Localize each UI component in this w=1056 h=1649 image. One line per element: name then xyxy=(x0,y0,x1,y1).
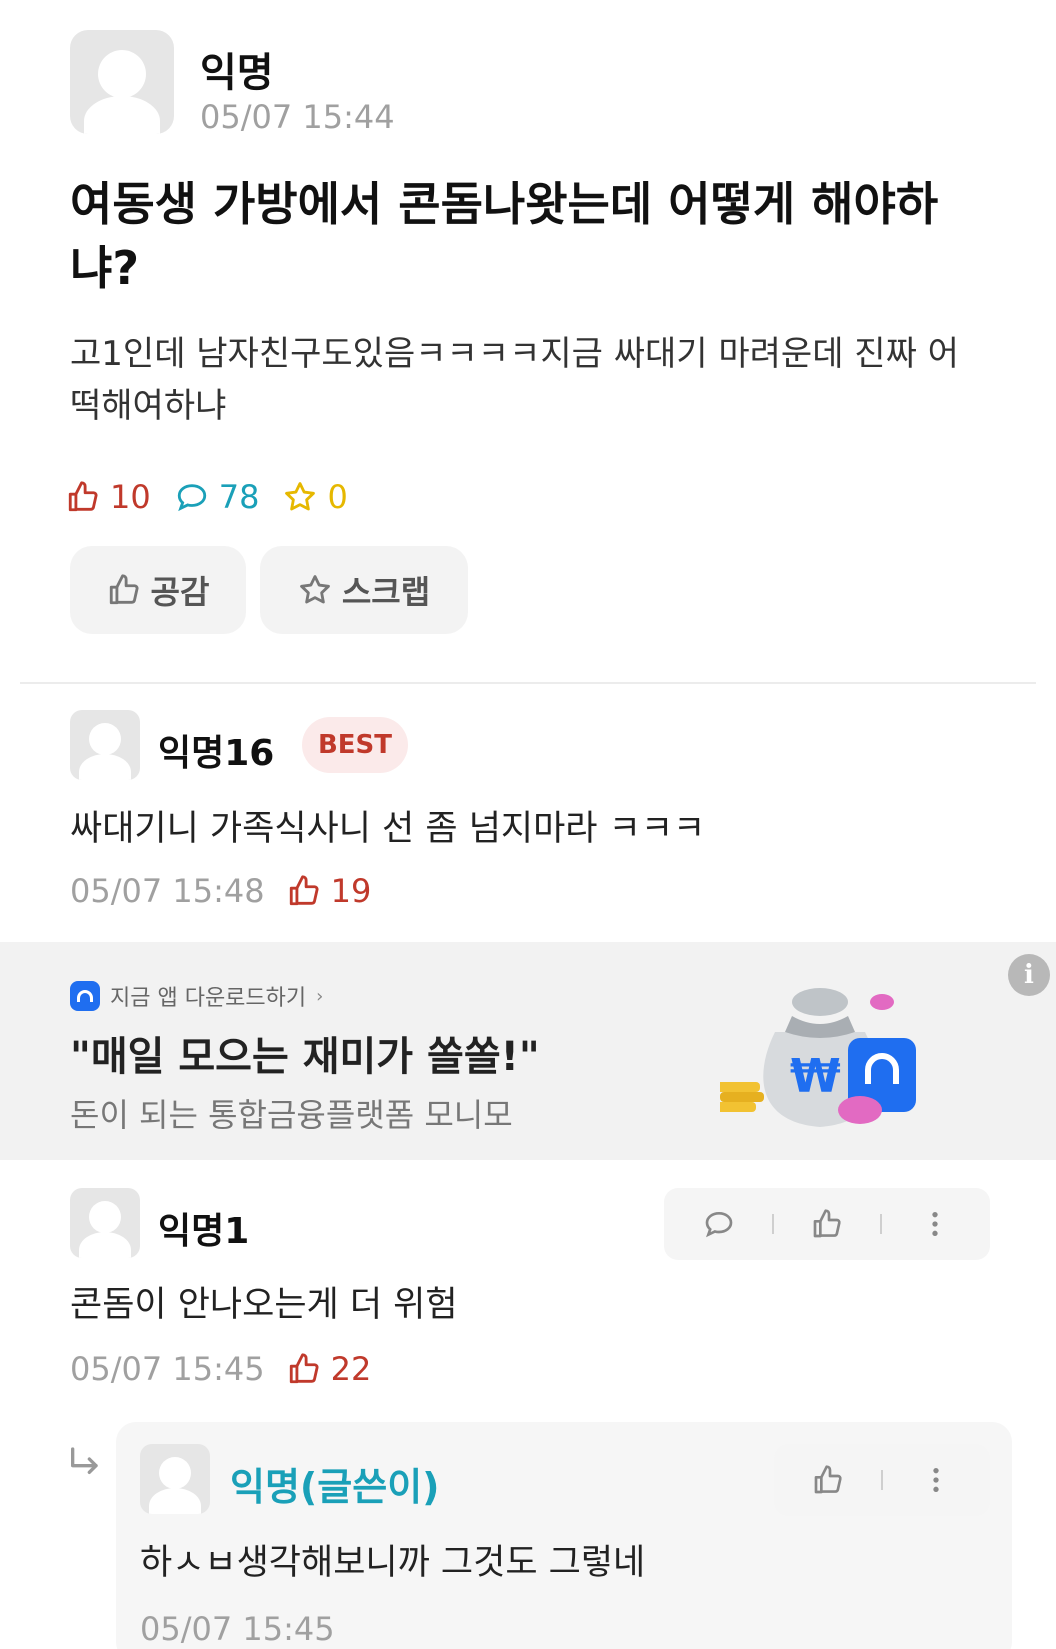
info-icon[interactable]: i xyxy=(1008,954,1050,996)
comment1-like-count: 22 xyxy=(330,1350,372,1388)
monimo-app-icon xyxy=(70,981,100,1011)
thumbs-up-icon xyxy=(68,481,98,512)
post-like-count: 10 xyxy=(110,478,151,516)
separator xyxy=(880,1470,883,1490)
more-vertical-icon[interactable] xyxy=(920,1464,952,1496)
best-comment-time: 05/07 15:48 xyxy=(70,872,265,910)
like-button[interactable]: 공감 xyxy=(70,546,246,634)
comment-author-avatar xyxy=(70,710,140,780)
thumbs-up-icon xyxy=(289,875,319,906)
post-time: 05/07 15:44 xyxy=(200,98,395,136)
comment1-time: 05/07 15:45 xyxy=(70,1350,265,1388)
reply-container: 익명(글쓴이) 하ㅅㅂ생각해보니까 그것도 그렇네 05/07 15:45 xyxy=(116,1422,1012,1649)
reply-text: 하ㅅㅂ생각해보니까 그것도 그렇네 xyxy=(140,1543,646,1583)
star-icon xyxy=(299,575,330,604)
thumbs-up-icon[interactable] xyxy=(811,1208,843,1240)
comment1-actions xyxy=(664,1188,990,1260)
star-icon xyxy=(285,482,316,511)
comment-author-avatar xyxy=(70,1188,140,1258)
scrap-button[interactable]: 스크랩 xyxy=(260,546,468,634)
best-comment-author: 익명16 xyxy=(158,733,275,774)
comment1-author: 익명1 xyxy=(158,1211,250,1252)
more-vertical-icon[interactable] xyxy=(919,1208,951,1240)
like-button-label: 공감 xyxy=(150,573,210,611)
comment1-text: 콘돔이 안나오는게 더 위험 xyxy=(70,1285,458,1325)
best-comment-meta: 05/07 15:48 19 xyxy=(70,872,371,910)
ad-banner[interactable]: 지금 앱 다운로드하기 › "매일 모으는 재미가 쏠쏠!" 돈이 되는 통합금… xyxy=(0,942,1056,1160)
separator xyxy=(880,1214,883,1234)
thumbs-up-icon xyxy=(289,1353,319,1384)
comment-icon xyxy=(177,484,206,512)
reply-author: 익명(글쓴이) xyxy=(230,1465,440,1509)
comment1-meta: 05/07 15:45 22 xyxy=(70,1350,371,1388)
ad-cta-label: 지금 앱 다운로드하기 xyxy=(110,986,307,1011)
ad-headline: "매일 모으는 재미가 쏠쏠!" xyxy=(70,1034,540,1080)
post-stats: 10 78 0 xyxy=(66,478,348,516)
thumbs-up-icon xyxy=(109,574,139,605)
post-author-name: 익명 xyxy=(200,50,274,96)
ad-cta[interactable]: 지금 앱 다운로드하기 › xyxy=(70,980,323,1012)
post-scrap-count: 0 xyxy=(327,478,348,516)
divider xyxy=(20,682,1036,684)
post-body: 고1인데 남자친구도있음ㅋㅋㅋㅋ지금 싸대기 마려운데 진짜 어떡해여하냐 xyxy=(70,334,959,426)
reply-comment-icon[interactable] xyxy=(703,1208,735,1240)
scrap-button-label: 스크랩 xyxy=(341,573,431,611)
chevron-right-icon: › xyxy=(316,985,324,1007)
ad-subtitle: 돈이 되는 통합금융플랫폼 모니모 xyxy=(70,1096,513,1134)
svg-text:₩: ₩ xyxy=(790,1049,841,1103)
reply-author-avatar xyxy=(140,1444,210,1514)
post-title: 여동생 가방에서 콘돔나왓는데 어떻게 해야하냐? xyxy=(70,177,939,295)
post-author-avatar xyxy=(70,30,174,134)
reply-time: 05/07 15:45 xyxy=(140,1610,335,1648)
best-comment-text: 싸대기니 가족식사니 선 좀 넘지마라 ㅋㅋㅋ xyxy=(70,809,706,849)
reply-arrow-icon xyxy=(71,1447,98,1474)
money-bag-illustration: ₩ xyxy=(720,988,916,1127)
reply-actions xyxy=(774,1444,990,1516)
separator xyxy=(771,1214,774,1234)
best-badge: BEST xyxy=(302,717,408,773)
best-comment-like-count: 19 xyxy=(330,872,372,910)
thumbs-up-icon[interactable] xyxy=(812,1464,844,1496)
post-comment-count: 78 xyxy=(218,478,260,516)
